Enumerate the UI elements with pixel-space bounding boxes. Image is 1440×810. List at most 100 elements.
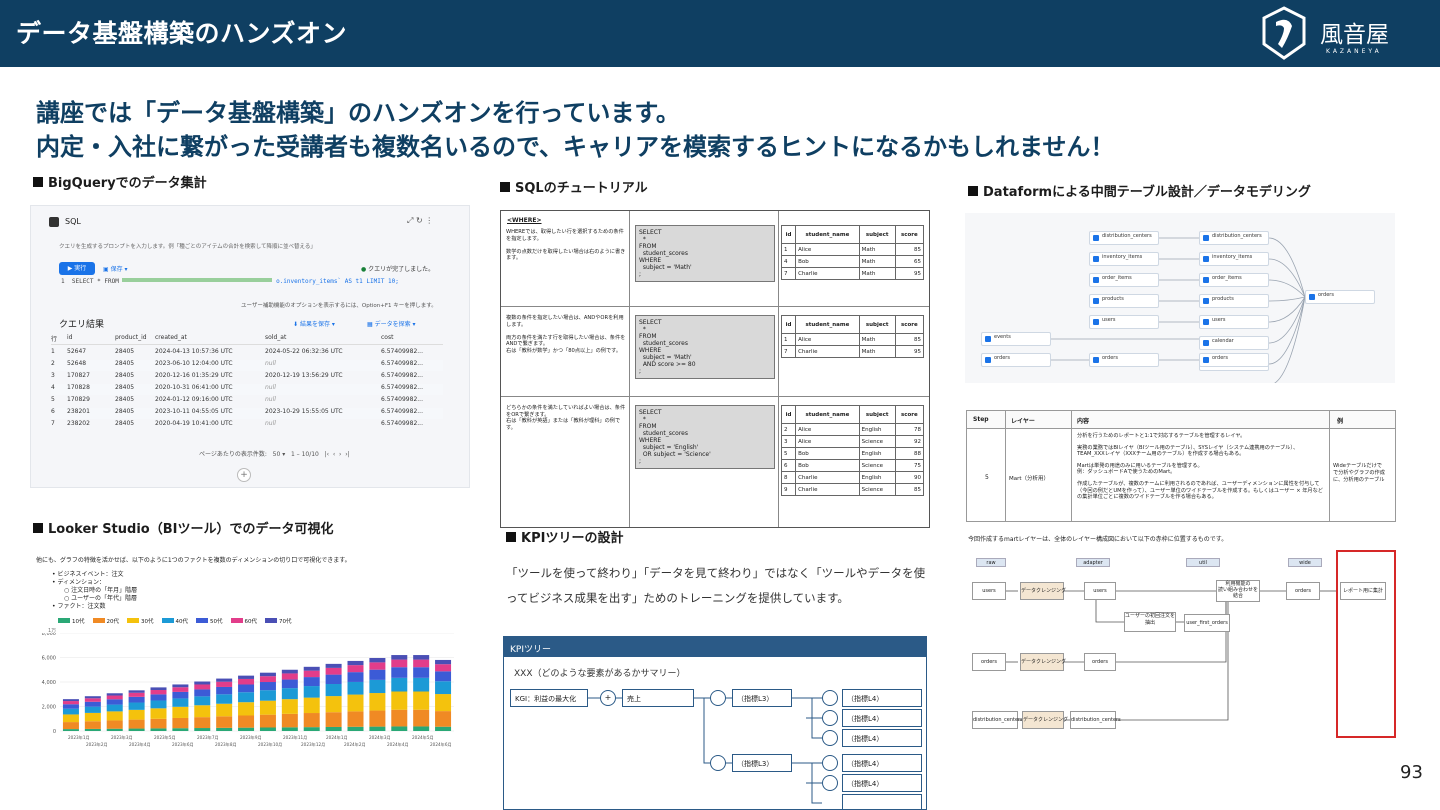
bar-segment [281, 688, 298, 700]
bar-segment [172, 717, 189, 729]
bar-segment [391, 677, 408, 692]
table-cell: 8 [780, 471, 797, 484]
dag-node-staging[interactable]: order_items [1199, 273, 1269, 287]
column-header: score [894, 405, 925, 424]
table-cell: 85 [894, 483, 925, 496]
dag-node-staging[interactable]: products [1199, 294, 1269, 308]
table-row: 3 170827 28405 2020-12-16 01:35:29 UTC 2020-… [51, 372, 443, 383]
table-cell: 52648 [67, 360, 87, 367]
dag-node-orders[interactable]: orders [981, 353, 1051, 367]
table-cell: 6.57409982... [381, 348, 423, 355]
column-header: student_name [795, 405, 860, 424]
report-aggregate: レポート用に集計 [1340, 582, 1386, 600]
sql-example-row: 複数の条件を指定したい場合は、ANDやORを利用します。 両方の条件を満たす行を… [501, 307, 929, 397]
table-cell: 28405 [115, 348, 135, 355]
dag-node-staging[interactable]: distribution_centers [1199, 231, 1269, 245]
bar-segment [259, 690, 276, 701]
dag-node-source[interactable]: products [1089, 294, 1159, 308]
bar-segment [238, 675, 255, 679]
table-cell: 2020-04-19 10:41:00 UTC [155, 420, 233, 427]
kgi-box: KGI：利益の最大化 [510, 689, 588, 707]
dag-node-events[interactable]: events [981, 332, 1051, 346]
dag-node-source[interactable]: inventory_items [1089, 252, 1159, 266]
bar-segment [259, 682, 276, 691]
save-results-button[interactable]: ⬇ 結果を保存 ▾ [293, 319, 335, 328]
save-button[interactable]: ▣ 保存 ▾ [103, 264, 128, 273]
bar-segment [259, 672, 276, 677]
dag-node-source[interactable]: distribution_centers [1089, 231, 1159, 245]
sql-query-box: SELECT * FROM student_scores WHERE subje… [635, 315, 775, 379]
bar-segment [172, 706, 189, 718]
adapter-distribution-centers: distribution_centers [1070, 711, 1121, 729]
explore-data-button[interactable]: ▦ データを探索 ▾ [367, 319, 416, 328]
table-cell: Math [858, 267, 896, 280]
column-header: student_name [795, 315, 860, 334]
sql-editor-line[interactable]: 1 SELECT * FROM o.inventory_items` AS t1… [61, 278, 399, 285]
dag-node-staging[interactable]: calendar [1199, 336, 1269, 350]
dag-node-source[interactable]: users [1089, 315, 1159, 329]
bar-segment [238, 678, 255, 685]
add-icon[interactable]: + [237, 468, 251, 482]
x-tick-label: 2023年8月 [215, 741, 237, 748]
bar-segment [106, 704, 123, 712]
prompt-input[interactable]: クエリを生成するプロンプトを入力します。例「種ごとのアイテムの合計を検索して降順… [45, 239, 455, 253]
cleansing-distribution-centers: データクレンジング [1022, 711, 1068, 729]
column-header: 行 [51, 336, 58, 343]
slide-title: データ基盤構築のハンズオン [16, 19, 348, 48]
check-icon: ● [361, 266, 367, 273]
bar-segment [128, 728, 145, 731]
table-row: 7 238202 28405 2020-04-19 10:41:00 UTC null 6… [51, 420, 443, 431]
bullet-square-icon [506, 532, 516, 542]
adapter-users: users [1084, 582, 1116, 600]
bar-segment [62, 699, 79, 702]
legend-item: 40代 [161, 618, 188, 625]
dag-node-orders-staging[interactable]: orders [1199, 353, 1269, 367]
y-tick-label: 4,000 [42, 680, 56, 686]
table-cell: 7 [780, 345, 797, 358]
table-cell: Math [858, 345, 896, 358]
table-row: 1 52647 28405 2024-04-13 10:57:36 UTC 2024-0… [51, 348, 443, 359]
sql-tab[interactable]: SQL [65, 217, 81, 226]
table-cell: 2023-06-10 12:04:00 UTC [155, 360, 233, 367]
operator-circle [822, 690, 838, 706]
editor-actions-icon[interactable]: ⤢ ↻ ⋮ [407, 216, 433, 226]
chart-legend: 10代 20代 30代 40代 50代 60代 70代 [58, 617, 300, 625]
table-cell: 5 [780, 447, 797, 460]
bar-segment [128, 702, 145, 710]
bar-segment [216, 727, 233, 731]
bar-segment [303, 686, 320, 698]
x-tick-label: 2024年1月 [326, 734, 348, 741]
bar-segment [84, 701, 101, 707]
sql-example-row: どちらかの条件を満たしていればよい場合は、条件をORで繋ぎます。 右は「教科が英… [501, 397, 929, 527]
bar-segment [216, 703, 233, 717]
bar-segment [347, 726, 364, 731]
table-cell: 6.57409982... [381, 372, 423, 379]
bar-segment [216, 678, 233, 682]
l4-box: （指標L4） [842, 709, 922, 727]
page-size-select[interactable]: 50 ▾ [273, 451, 286, 458]
column-header: id [780, 225, 797, 244]
bar-segment [84, 706, 101, 713]
table-cell: 52647 [67, 348, 87, 355]
bar-segment [347, 665, 364, 673]
operator-circle [710, 755, 726, 771]
bar-segment [216, 681, 233, 687]
table-cell: 65 [894, 255, 925, 268]
x-tick-label: 2024年4月 [387, 741, 409, 748]
table-cell: null [265, 420, 276, 427]
l3-box-1: （指標L3） [732, 689, 792, 707]
dag-node-source[interactable]: order_items [1089, 273, 1159, 287]
dag-node-orders-mid[interactable]: orders [1089, 353, 1159, 367]
bar-segment [347, 660, 364, 666]
stacked-bar-chart: 8,0006,0004,0002,00002023年1月 2023年3月 2023年… [42, 633, 454, 748]
run-button[interactable]: ▶ 実行 [59, 262, 95, 275]
bar-segment [281, 669, 298, 674]
dag-node-staging[interactable]: users [1199, 315, 1269, 329]
pager-nav-icon[interactable]: |‹ ‹ › ›| [325, 451, 350, 458]
dag-node-staging[interactable]: inventory_items [1199, 252, 1269, 266]
table-cell: null [265, 384, 276, 391]
bar-segment [347, 681, 364, 695]
dag-node-orders-final[interactable]: orders [1305, 290, 1375, 304]
logo-mark-icon [1262, 6, 1306, 60]
bar-segment [391, 659, 408, 668]
